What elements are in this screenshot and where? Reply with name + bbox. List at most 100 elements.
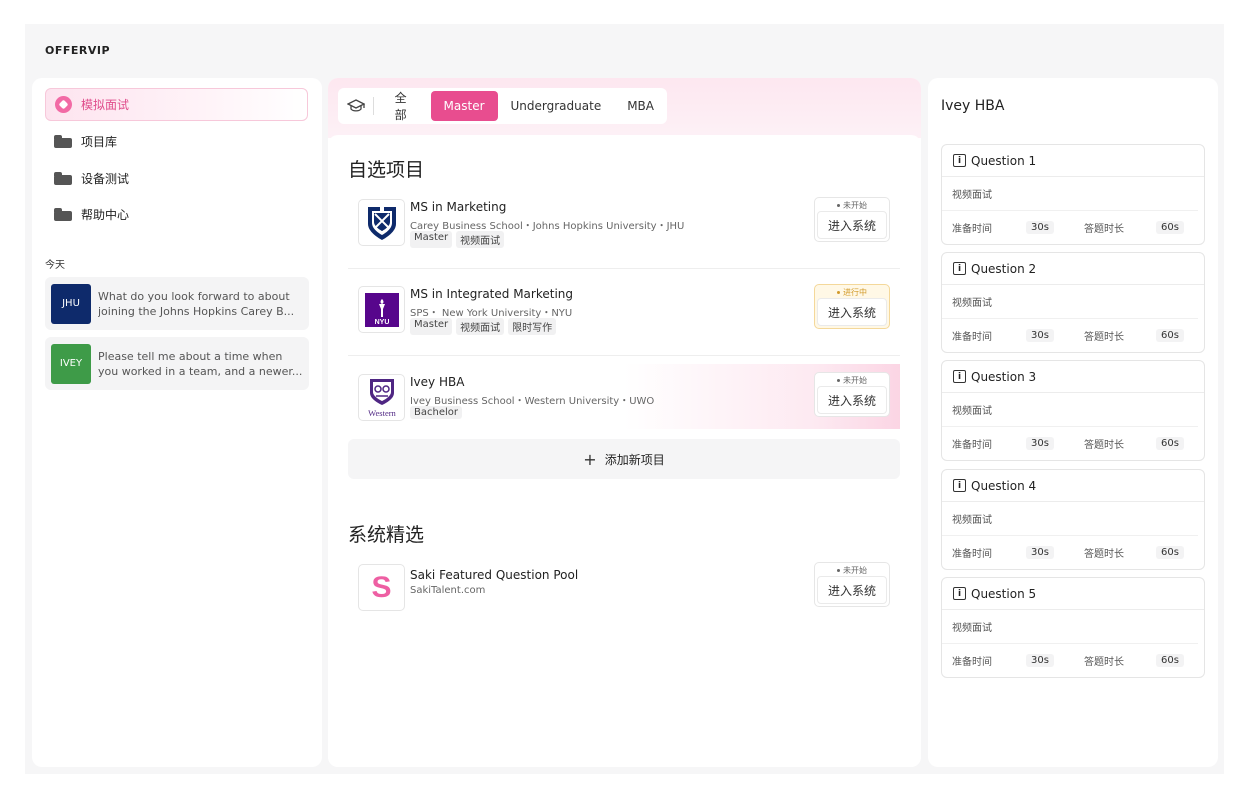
panel-title: Ivey HBA (941, 98, 1005, 114)
western-crest-logo: Western (358, 374, 405, 421)
prep-time-label: 准备时间 (952, 332, 992, 343)
history-text: Please tell me about a time when you wor… (98, 349, 303, 379)
question-card[interactable]: i Question 4 视频面试 准备时间 30s 答题时长 60s (941, 469, 1205, 570)
project-subtitle: SPS・ New York University・NYU (410, 308, 573, 319)
answer-time-value: 60s (1156, 654, 1184, 667)
history-item[interactable]: JHU What do you look forward to about jo… (45, 277, 309, 330)
prep-time-value: 30s (1026, 437, 1054, 450)
prep-time-label: 准备时间 (952, 657, 992, 668)
tab-divider (372, 97, 374, 115)
info-icon: i (953, 154, 966, 167)
question-card[interactable]: i Question 5 视频面试 准备时间 30s 答题时长 60s (941, 577, 1205, 678)
question-header: i Question 2 (942, 253, 1204, 285)
question-header: i Question 1 (942, 145, 1204, 177)
jhu-shield-logo (358, 199, 405, 246)
tab-mba[interactable]: MBA (614, 91, 667, 121)
compass-icon (55, 96, 72, 113)
status-card: 未开始 进入系统 (814, 372, 890, 417)
info-icon: i (953, 479, 966, 492)
tab-master[interactable]: Master (430, 91, 498, 121)
sidebar-item-project-library[interactable]: 项目库 (45, 125, 308, 158)
project-title: MS in Marketing (410, 200, 507, 214)
project-tags: Master 视频面试 限时写作 (410, 318, 557, 335)
project-tag: 视频面试 (456, 231, 505, 248)
question-title: Question 5 (971, 586, 1037, 601)
history-text: What do you look forward to about joinin… (98, 289, 303, 319)
status-card: 进行中 进入系统 (814, 284, 890, 329)
history-line: What do you look forward to about (98, 289, 290, 303)
answer-time-label: 答题时长 (1084, 440, 1124, 451)
status-badge: 未开始 (815, 198, 889, 212)
answer-time-label: 答题时长 (1084, 549, 1124, 560)
sidebar-item-device-test[interactable]: 设备测试 (45, 162, 308, 195)
project-subtitle: Ivey Business School・Western University・… (410, 396, 655, 407)
history-item[interactable]: IVEY Please tell me about a time when yo… (45, 337, 309, 390)
svg-text:NYU: NYU (374, 319, 389, 326)
project-panel: 全部 Master Undergraduate MBA 自选项目 MS in M… (328, 78, 921, 767)
question-card[interactable]: i Question 3 视频面试 准备时间 30s 答题时长 60s (941, 360, 1205, 461)
project-tag: Master (410, 318, 453, 335)
folder-icon (54, 208, 72, 221)
question-type: 视频面试 (942, 285, 1198, 319)
history-section-label: 今天 (45, 260, 65, 271)
featured-row[interactable]: S Saki Featured Question Pool SakiTalent… (348, 554, 900, 630)
tab-all[interactable]: 全部 (382, 91, 431, 122)
tab-undergraduate[interactable]: Undergraduate (498, 91, 615, 121)
question-type: 视频面试 (942, 502, 1198, 536)
question-title: Question 3 (971, 369, 1037, 384)
sidebar-item-label: 设备测试 (81, 172, 130, 186)
history-line: you worked in a team, and a newer... (98, 364, 303, 378)
question-meta: 准备时间 30s 答题时长 60s (942, 319, 1204, 352)
enter-system-button[interactable]: 进入系统 (817, 298, 887, 326)
app-window: OFFERVIP 模拟面试 项目库 设备测试 帮助中心 今天 JHU What … (25, 24, 1224, 774)
question-header: i Question 3 (942, 361, 1204, 393)
prep-time-label: 准备时间 (952, 224, 992, 235)
prep-time-value: 30s (1026, 546, 1054, 559)
question-title: Question 4 (971, 478, 1037, 493)
nyu-torch-logo: NYU (358, 286, 405, 333)
history-line: Please tell me about a time when (98, 349, 283, 363)
question-card[interactable]: i Question 2 视频面试 准备时间 30s 答题时长 60s (941, 252, 1205, 353)
folder-icon (54, 135, 72, 148)
featured-title: Saki Featured Question Pool (410, 568, 579, 582)
info-icon: i (953, 587, 966, 600)
enter-system-button[interactable]: 进入系统 (817, 576, 887, 604)
question-meta: 准备时间 30s 答题时长 60s (942, 536, 1204, 569)
section-title-featured: 系统精选 (348, 524, 425, 546)
enter-system-button[interactable]: 进入系统 (817, 211, 887, 239)
question-title: Question 1 (971, 153, 1037, 168)
sidebar-item-help-center[interactable]: 帮助中心 (45, 198, 308, 231)
status-text: 进行中 (843, 287, 867, 297)
project-row[interactable]: NYU MS in Integrated Marketing SPS・ New … (348, 276, 900, 352)
prep-time-value: 30s (1026, 329, 1054, 342)
school-badge: JHU (51, 283, 91, 324)
prep-time-label: 准备时间 (952, 549, 992, 560)
row-divider (348, 355, 900, 356)
add-project-button[interactable]: + 添加新项目 (348, 439, 900, 479)
brand-logo: OFFERVIP (45, 44, 111, 57)
sidebar-item-label: 项目库 (81, 135, 118, 149)
history-line: joining the Johns Hopkins Carey B... (98, 304, 295, 318)
project-row-selected[interactable]: Western Ivey HBA Ivey Business School・We… (348, 364, 900, 429)
saki-logo-letter: S (371, 570, 392, 604)
project-tag: 视频面试 (456, 318, 505, 335)
project-content: 自选项目 MS in Marketing Carey Business Scho… (328, 135, 921, 767)
info-icon: i (953, 370, 966, 383)
project-row[interactable]: MS in Marketing Carey Business School・Jo… (348, 189, 900, 265)
prep-time-value: 30s (1026, 221, 1054, 234)
saki-logo: S (358, 564, 405, 611)
question-card[interactable]: i Question 1 视频面试 准备时间 30s 答题时长 60s (941, 144, 1205, 245)
sidebar: 模拟面试 项目库 设备测试 帮助中心 今天 JHU What do you lo… (32, 78, 322, 767)
question-header: i Question 5 (942, 578, 1204, 610)
sidebar-item-mock-interview[interactable]: 模拟面试 (45, 88, 308, 121)
project-tags: Bachelor (410, 406, 462, 419)
section-title-custom: 自选项目 (348, 159, 425, 181)
prep-time-value: 30s (1026, 654, 1054, 667)
status-card: 未开始 进入系统 (814, 197, 890, 242)
enter-system-button[interactable]: 进入系统 (817, 386, 887, 414)
status-text: 未开始 (843, 375, 867, 385)
add-project-label: 添加新项目 (604, 452, 665, 467)
answer-time-label: 答题时长 (1084, 224, 1124, 235)
status-badge: 进行中 (815, 285, 889, 299)
row-divider (348, 268, 900, 269)
